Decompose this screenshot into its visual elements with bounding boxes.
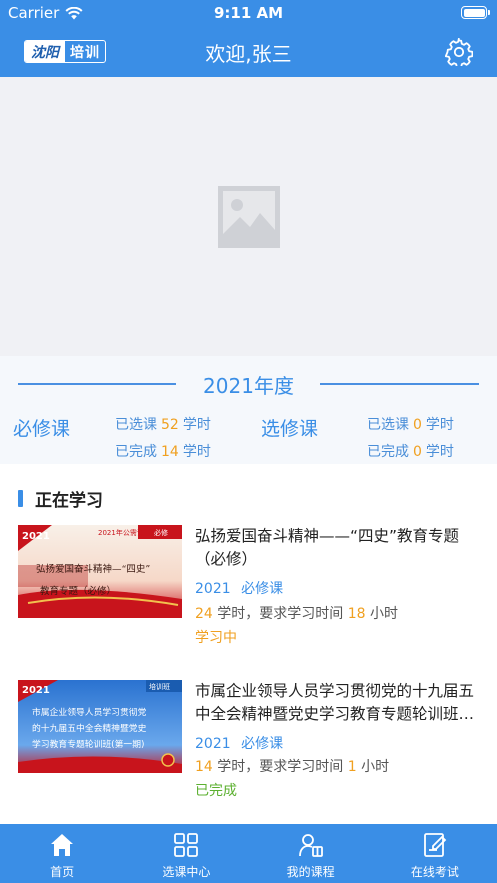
course-meta: 2021 必修课 xyxy=(195,578,283,598)
elective-selected-label: 已选课 xyxy=(367,417,409,433)
tab-label: 首页 xyxy=(50,865,75,879)
section-marker xyxy=(18,490,23,507)
section-title: 正在学习 xyxy=(35,491,103,511)
course-thumbnail[interactable]: 2021 2021年公需课 必修 弘扬爱国奋斗精神—“四史” 教育专题（必修） xyxy=(18,525,182,618)
course-hours-unit: 学时，要求学习时间 xyxy=(217,759,344,775)
course-hours-unit: 学时，要求学习时间 xyxy=(217,606,344,622)
course-time-unit: 小时 xyxy=(361,759,390,775)
thumb-line2: 教育专题（必修） xyxy=(40,585,116,597)
elective-selected-value: 0 xyxy=(413,417,422,433)
course-year: 2021 xyxy=(195,581,231,597)
thumb-tag: 2021年公需课 xyxy=(98,528,144,537)
clock: 9:11 AM xyxy=(213,4,284,22)
course-time-unit: 小时 xyxy=(370,606,399,622)
course-hours-value: 24 xyxy=(195,606,213,622)
required-completed-unit: 学时 xyxy=(182,444,211,460)
course-title[interactable]: 市属企业领导人员学习贯彻党的十九届五中全会精神暨党史学习教育专题轮训班（第一期） xyxy=(195,680,483,726)
course-type: 必修课 xyxy=(241,581,284,597)
user-book-icon xyxy=(298,834,323,857)
elective-completed-label: 已完成 xyxy=(367,444,409,460)
elective-course-label[interactable]: 选修课 xyxy=(261,414,318,441)
course-status: 学习中 xyxy=(195,630,237,646)
exam-edit-icon xyxy=(423,833,447,857)
tab-label: 在线考试 xyxy=(410,865,459,879)
course-hours: 14 学时，要求学习时间 1 小时 xyxy=(195,756,389,776)
course-type: 必修课 xyxy=(241,736,284,752)
course-thumbnail[interactable]: 2021 培训班 市属企业领导人员学习贯彻党 的十九届五中全会精神暨党史 学习教… xyxy=(18,680,182,773)
tab-label: 我的课程 xyxy=(286,865,335,879)
year-title: 2021年度 xyxy=(203,374,294,398)
bottom-tab-bar: 首页 选课中心 我的课程 在线考试 xyxy=(0,824,497,883)
course-title[interactable]: 弘扬爱国奋斗精神——“四史”教育专题（必修） xyxy=(195,525,483,571)
course-card[interactable]: 2021 培训班 市属企业领导人员学习贯彻党 的十九届五中全会精神暨党史 学习教… xyxy=(18,680,483,800)
gear-icon[interactable] xyxy=(445,38,473,66)
required-completed-value: 14 xyxy=(161,444,179,460)
year-summary: 2021年度 必修课 已选课 52 学时 已完成 14 学时 选修课 已选课 0 学时 已完… xyxy=(0,356,497,464)
thumb-line1: 弘扬爱国奋斗精神—“四史” xyxy=(36,563,150,575)
elective-completed: 已完成 0 学时 xyxy=(367,441,454,461)
divider-right xyxy=(320,383,479,385)
app-header: 沈阳 培训 欢迎,张三 xyxy=(0,26,497,77)
course-required-time: 1 xyxy=(347,759,357,775)
elective-completed-unit: 学时 xyxy=(425,444,454,460)
page-title: 欢迎,张三 xyxy=(205,42,292,66)
thumb-line2: 的十九届五中全会精神暨党史 xyxy=(32,722,147,734)
course-status: 已完成 xyxy=(195,783,237,799)
thumb-year: 2021 xyxy=(22,531,50,542)
required-selected-value: 52 xyxy=(161,417,179,433)
thumb-tag: 培训班 xyxy=(149,682,170,691)
required-completed: 已完成 14 学时 xyxy=(115,441,211,461)
required-completed-label: 已完成 xyxy=(115,444,157,460)
required-selected-label: 已选课 xyxy=(115,417,157,433)
course-meta: 2021 必修课 xyxy=(195,733,283,753)
thumb-line3: 学习教育专题轮训班(第一期) xyxy=(32,738,144,750)
banner-carousel[interactable] xyxy=(0,77,497,356)
tab-online-exam[interactable]: 在线考试 xyxy=(373,824,497,883)
grid-icon xyxy=(174,833,199,857)
course-card[interactable]: 2021 2021年公需课 必修 弘扬爱国奋斗精神—“四史” 教育专题（必修） … xyxy=(18,525,483,646)
course-year: 2021 xyxy=(195,736,231,752)
tab-home[interactable]: 首页 xyxy=(0,824,124,883)
tab-label: 选课中心 xyxy=(162,865,211,879)
thumb-line1: 市属企业领导人员学习贯彻党 xyxy=(32,706,147,718)
thumb-badge: 必修 xyxy=(154,528,168,537)
course-hours: 24 学时，要求学习时间 18 小时 xyxy=(195,603,398,623)
elective-selected: 已选课 0 学时 xyxy=(367,414,454,434)
elective-completed-value: 0 xyxy=(413,444,422,460)
image-placeholder-icon xyxy=(217,185,280,248)
tab-my-courses[interactable]: 我的课程 xyxy=(249,824,373,883)
section-header: 正在学习 xyxy=(18,486,103,511)
status-bar: Carrier 9:11 AM xyxy=(0,0,497,26)
thumb-year: 2021 xyxy=(22,685,50,696)
course-hours-value: 14 xyxy=(195,759,213,775)
tab-course-center[interactable]: 选课中心 xyxy=(124,824,248,883)
required-selected: 已选课 52 学时 xyxy=(115,414,211,434)
battery-icon xyxy=(461,6,490,19)
home-icon xyxy=(51,834,74,856)
course-required-time: 18 xyxy=(347,606,366,622)
elective-selected-unit: 学时 xyxy=(425,417,454,433)
required-course-label[interactable]: 必修课 xyxy=(13,414,70,441)
required-selected-unit: 学时 xyxy=(182,417,211,433)
